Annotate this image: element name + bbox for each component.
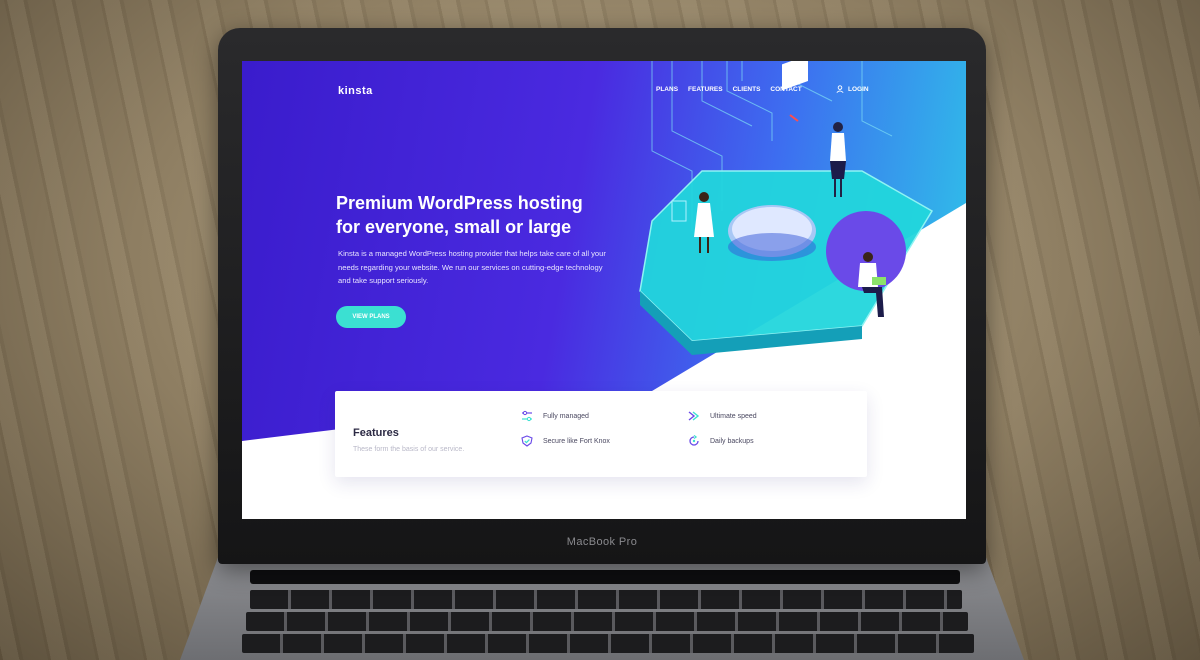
- feature-item-fully-managed: Fully managed: [521, 410, 589, 422]
- nav-link-contact[interactable]: CONTACT: [770, 86, 801, 93]
- feature-label: Secure like Fort Knox: [543, 437, 610, 445]
- nav-link-plans[interactable]: PLANS: [656, 86, 678, 93]
- features-title: Features: [353, 427, 399, 439]
- features-card: Features These form the basis of our ser…: [335, 391, 867, 477]
- feature-label: Ultimate speed: [710, 412, 757, 420]
- laptop-lid: MacBook Pro kinsta PLANS FEATURES CLIENT…: [218, 28, 986, 564]
- feature-item-daily-backups: Daily backups: [688, 435, 754, 447]
- shield-check-icon: [521, 435, 533, 447]
- features-subtitle: These form the basis of our service.: [353, 446, 465, 453]
- view-plans-button[interactable]: VIEW PLANS: [336, 306, 406, 328]
- laptop-brand-label: MacBook Pro: [566, 536, 638, 548]
- login-label: LOGIN: [848, 85, 869, 93]
- backup-icon: [689, 435, 699, 446]
- website-screen: kinsta PLANS FEATURES CLIENTS CONTACT LO…: [242, 61, 966, 519]
- user-icon: [836, 85, 844, 93]
- login-link[interactable]: LOGIN: [836, 85, 869, 93]
- nav-link-features[interactable]: FEATURES: [688, 86, 723, 93]
- feature-item-secure-like-fort-knox: Secure like Fort Knox: [521, 435, 610, 447]
- feature-label: Fully managed: [543, 412, 589, 420]
- fast-forward-icon: [688, 411, 700, 421]
- sliders-icon: [522, 410, 532, 422]
- hero-title-line-1: Premium WordPress hosting: [336, 193, 583, 213]
- touch-bar: [250, 570, 960, 584]
- hero-title-line-2: for everyone, small or large: [336, 217, 572, 237]
- hero-description: Kinsta is a managed WordPress hosting pr…: [338, 249, 606, 285]
- hero-title: Premium WordPress hosting for everyone, …: [336, 191, 636, 239]
- nav-link-clients[interactable]: CLIENTS: [733, 86, 761, 93]
- keyboard-row: [250, 590, 962, 609]
- keyboard-row: [246, 612, 968, 631]
- isometric-hero-illustration: [639, 61, 934, 355]
- keyboard-row: [242, 634, 974, 653]
- kinsta-logo[interactable]: kinsta: [338, 85, 373, 97]
- feature-label: Daily backups: [710, 437, 754, 445]
- main-nav: PLANS FEATURES CLIENTS CONTACT: [656, 86, 802, 93]
- feature-item-ultimate-speed: Ultimate speed: [688, 410, 757, 422]
